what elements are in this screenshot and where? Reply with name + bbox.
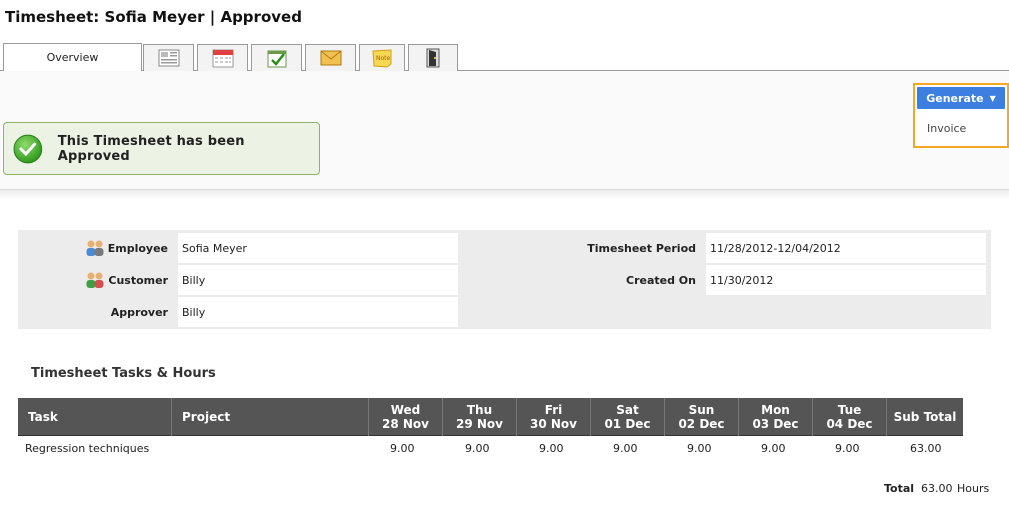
- created-on-label: Created On: [626, 273, 696, 287]
- employee-icon: [86, 240, 104, 256]
- col-day: Mon 03 Dec: [739, 398, 813, 436]
- tab-overview-label: Overview: [46, 51, 99, 64]
- timesheet-period-label: Timesheet Period: [587, 241, 696, 255]
- row-hours: 9.00: [539, 442, 564, 455]
- row-hours: 9.00: [613, 442, 638, 455]
- approver-label: Approver: [110, 305, 168, 319]
- svg-text:Note: Note: [376, 55, 391, 62]
- row-task: Regression techniques: [25, 442, 150, 455]
- details-list-icon: [158, 49, 179, 67]
- customer-value: Billy: [178, 265, 458, 295]
- tab-calendar[interactable]: [197, 44, 248, 71]
- status-message: This Timesheet has been Approved: [57, 133, 245, 164]
- mail-icon: [320, 50, 341, 66]
- employee-value: Sofia Meyer: [178, 233, 458, 263]
- caret-down-icon: ▼: [989, 93, 996, 103]
- row-hours: 9.00: [687, 442, 712, 455]
- generate-dropdown: Generate ▼ Invoice: [913, 83, 1009, 148]
- tab-note[interactable]: Note: [359, 44, 405, 71]
- generate-button[interactable]: Generate ▼: [917, 87, 1005, 109]
- col-day: Sun 02 Dec: [665, 398, 739, 436]
- customer-label: Customer: [80, 265, 168, 295]
- row-subtotal: 63.00: [910, 442, 942, 455]
- tab-approval[interactable]: [251, 44, 302, 71]
- tab-exit[interactable]: [408, 44, 458, 71]
- row-hours: 9.00: [761, 442, 786, 455]
- col-day: Tue 04 Dec: [813, 398, 887, 436]
- page-title: Timesheet: Sofia Meyer | Approved: [5, 8, 302, 26]
- table-header-row: Task Project Wed 28 Nov Thu 29 Nov Fri 30 N…: [18, 398, 963, 436]
- section-divider: [0, 190, 1009, 200]
- note-icon: Note: [372, 49, 392, 68]
- col-project: Project: [172, 398, 369, 436]
- door-exit-icon: [426, 48, 440, 68]
- col-subtotal: Sub Total: [893, 410, 957, 424]
- total-value: 63.00: [921, 482, 953, 495]
- calendar-icon: [212, 49, 233, 68]
- employee-label: Employee: [80, 233, 168, 263]
- total-unit: Hours: [957, 482, 990, 495]
- col-day: Sat 01 Dec: [591, 398, 665, 436]
- tab-mail[interactable]: [305, 44, 356, 71]
- col-task: Task: [18, 398, 172, 436]
- tab-details[interactable]: [143, 44, 194, 71]
- tasks-section-title: Timesheet Tasks & Hours: [31, 366, 216, 381]
- tab-overview[interactable]: Overview: [3, 43, 142, 71]
- col-day: Wed 28 Nov: [369, 398, 443, 436]
- row-hours: 9.00: [835, 442, 860, 455]
- timesheet-period-value: 11/28/2012-12/04/2012: [706, 233, 986, 263]
- col-day: Fri 30 Nov: [517, 398, 591, 436]
- generate-button-label: Generate: [926, 91, 984, 105]
- col-day: Thu 29 Nov: [443, 398, 517, 436]
- status-banner: This Timesheet has been Approved: [3, 122, 320, 175]
- total-label: Total: [884, 482, 915, 495]
- approved-check-icon: [13, 134, 43, 163]
- approval-check-icon: [267, 50, 286, 68]
- invoice-menu-item[interactable]: Invoice: [927, 122, 966, 135]
- created-on-value: 11/30/2012: [706, 265, 986, 295]
- customer-icon: [86, 272, 104, 288]
- row-hours: 9.00: [390, 442, 415, 455]
- approver-value: Billy: [178, 297, 458, 327]
- row-hours: 9.00: [465, 442, 490, 455]
- tab-bar: Overview Note: [0, 43, 1009, 71]
